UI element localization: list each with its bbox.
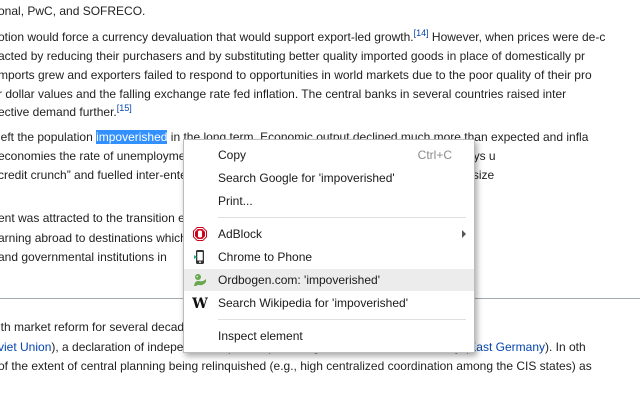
menu-item-print[interactable]: Print... <box>184 190 474 212</box>
submenu-arrow-icon <box>462 230 466 238</box>
article-text: of the extent of central planning being … <box>0 359 592 373</box>
article-text: left the population <box>0 130 97 144</box>
article-line: r dollar values and the falling exchange… <box>0 87 566 101</box>
menu-item-chrome-to-phone[interactable]: Chrome to Phone <box>184 246 474 268</box>
article-line: ective demand further.[15] <box>0 103 132 120</box>
article-line: and governmental institutions in <box>0 250 167 264</box>
phone-icon <box>192 249 208 265</box>
menu-item-label: Chrome to Phone <box>218 250 313 264</box>
menu-item-label: Copy <box>218 148 247 162</box>
article-line: onal, PwC, and SOFRECO. <box>0 4 145 18</box>
menu-item-inspect[interactable]: Inspect element <box>184 325 474 347</box>
article-link[interactable]: East Germany <box>468 340 545 354</box>
menu-item-adblock[interactable]: AdBlock <box>184 223 474 245</box>
menu-item-search-google[interactable]: Search Google for 'impoverished' <box>184 167 474 189</box>
menu-item-shortcut: Ctrl+C <box>417 148 452 162</box>
menu-item-label: Print... <box>218 194 253 208</box>
article-line: acted by reducing their purchasers and b… <box>0 49 585 63</box>
article-text: otion would force a currency devaluation… <box>0 30 414 44</box>
article-line: mports grew and exporters failed to resp… <box>0 68 592 82</box>
adblock-icon <box>192 226 208 242</box>
article-line: otion would force a currency devaluation… <box>0 28 606 45</box>
context-menu: Copy Ctrl+C Search Google for 'impoverishe… <box>183 139 475 353</box>
article-text: ). In oth <box>545 340 586 354</box>
menu-item-label: Inspect element <box>218 329 303 343</box>
svg-text:W: W <box>192 296 208 311</box>
selected-text: impoverished <box>96 130 168 144</box>
menu-item-ordbogen[interactable]: Ordbogen.com: 'impoverished' <box>184 269 474 291</box>
article-text: r dollar values and the falling exchange… <box>0 87 567 101</box>
menu-item-label: AdBlock <box>218 227 263 241</box>
article-text: onal, PwC, and SOFRECO. <box>0 4 146 18</box>
menu-item-copy[interactable]: Copy Ctrl+C <box>184 144 474 166</box>
citation-link[interactable]: [15] <box>117 103 132 113</box>
article-text: However, when prices were de-c <box>428 30 606 44</box>
article-text: and governmental institutions in <box>0 250 167 264</box>
article-text: mports grew and exporters failed to resp… <box>0 68 592 82</box>
article-line: of the extent of central planning being … <box>0 359 592 373</box>
menu-item-search-wikipedia[interactable]: W Search Wikipedia for 'impoverished' <box>184 292 474 314</box>
menu-item-label: Search Wikipedia for 'impoverished' <box>218 296 408 310</box>
citation-link[interactable]: [14] <box>414 28 429 38</box>
menu-item-label: Ordbogen.com: 'impoverished' <box>218 273 380 287</box>
article-text: ective demand further. <box>0 105 117 119</box>
menu-separator <box>218 217 466 218</box>
wikipedia-icon: W <box>191 295 208 312</box>
article-text: acted by reducing their purchasers and b… <box>0 49 585 63</box>
menu-item-label: Search Google for 'impoverished' <box>218 171 395 185</box>
ordbogen-icon <box>192 272 208 288</box>
article-link[interactable]: viet Union <box>0 340 51 354</box>
menu-separator <box>218 319 466 320</box>
